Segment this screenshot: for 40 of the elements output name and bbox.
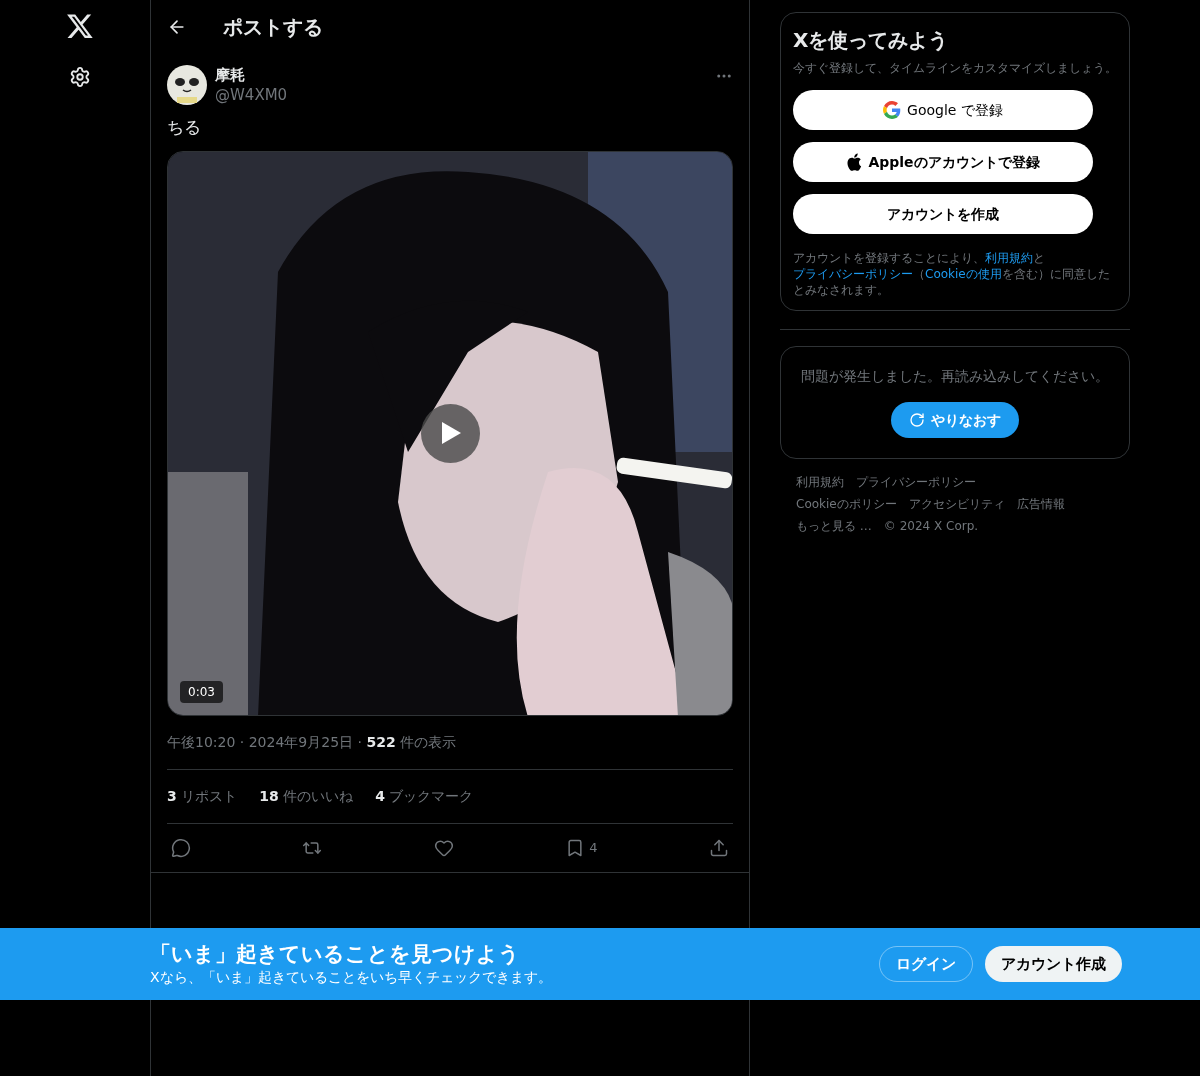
logo-icon[interactable] [66,12,94,40]
footer-link[interactable]: アクセシビリティ [908,495,1005,513]
card-title: Xを使ってみよう [793,27,950,54]
apple-icon [846,153,863,171]
video-duration: 0:03 [180,680,223,703]
card-subtitle: 今すぐ登録して、タイムラインをカスタマイズしましょう。 [793,61,1117,76]
settings-icon[interactable] [69,66,91,88]
signup-button[interactable]: Appleのアカウントで登録 [793,142,1093,182]
footer-link[interactable]: 利用規約 [796,473,844,491]
signup-button[interactable]: Google で登録 [793,90,1093,130]
page-title: ポストする [223,13,323,41]
footer-link[interactable]: プライバシーポリシー [856,473,976,491]
engagement-count[interactable]: 18 件のいいね [259,785,354,807]
footer-link[interactable]: © 2024 X Corp. [883,517,979,535]
engagement-count[interactable]: 4 ブックマーク [375,785,474,807]
error-message: 問題が発生しました。再読み込みしてください。 [801,367,1109,386]
legal-link[interactable]: Cookieの使用 [925,267,1002,281]
signup-button[interactable]: アカウントを作成 [793,194,1093,234]
avatar-icon[interactable] [167,65,207,105]
footer-link[interactable]: 広告情報 [1016,495,1065,513]
banner-title: 「いま」起きていることを見つけよう [150,940,521,967]
footer-link[interactable]: Cookieのポリシー [796,495,897,513]
legal-link[interactable]: 利用規約 [985,251,1033,265]
signup-button[interactable]: アカウント作成 [985,946,1122,982]
action-count: 4 [589,838,598,857]
like-icon[interactable] [433,837,454,858]
share-icon[interactable] [708,837,729,858]
display-name[interactable]: 摩耗 [215,65,707,85]
legal-link[interactable]: プライバシーポリシー [793,267,913,281]
play-icon [439,421,462,445]
footer-link[interactable]: もっと見る … [796,517,872,535]
legal-text: アカウントを登録することにより、利用規約 と プライバシーポリシー（Cookieの使用を含む）に同意したとみなされます。 [793,250,1111,298]
engagement-count[interactable]: 3 リポスト [167,785,238,807]
user-handle[interactable]: @W4XM0 [215,85,707,105]
google-icon [883,101,902,119]
post-text: ちる [167,116,202,139]
post-meta: 午後10:20 · 2024年9月25日 · 522 件の表示 [167,732,457,752]
refresh-icon [909,412,925,428]
banner-subtitle: Xなら、「いま」起きていることをいち早くチェックできます。 [150,967,553,987]
reply-icon[interactable] [171,837,191,858]
